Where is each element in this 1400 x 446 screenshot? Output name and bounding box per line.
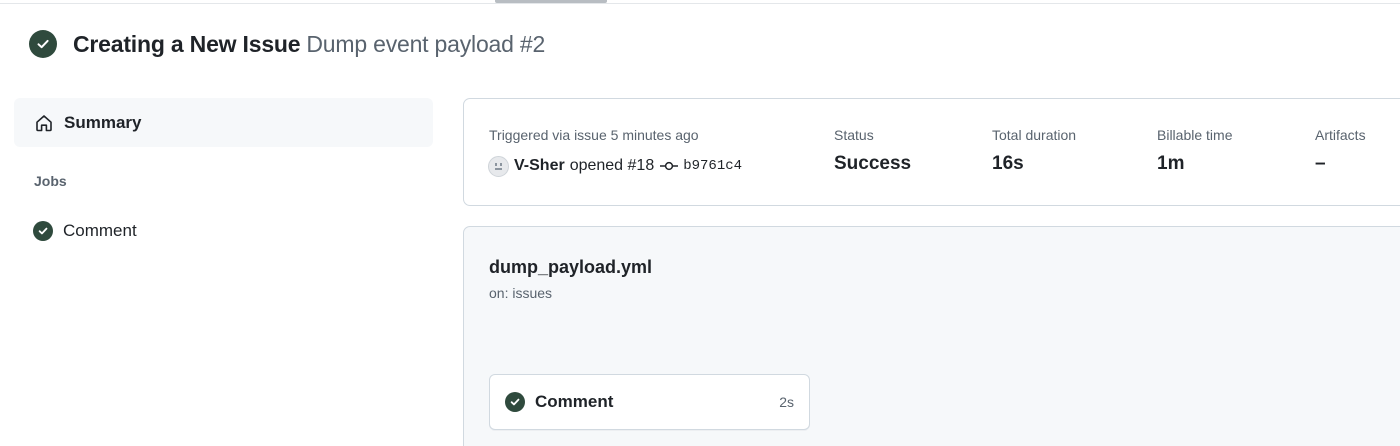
job-duration: 2s (779, 394, 794, 410)
actor-row: V-Sher opened #18 b9761c4 (488, 155, 742, 177)
stat-billable-time: Billable time 1m (1157, 127, 1232, 175)
stat-value: Success (834, 153, 912, 174)
run-name: Dump event payload #2 (306, 30, 546, 57)
stat-status: Status Success (834, 127, 911, 175)
git-commit-icon (660, 159, 679, 173)
check-circle-fill-icon (505, 392, 525, 412)
commit-sha-link[interactable]: b9761c4 (683, 158, 742, 174)
stat-value: 16s (992, 153, 1024, 174)
run-summary-card: Triggered via issue 5 minutes ago V-Sher… (463, 98, 1400, 206)
sidebar-item-label: Comment (63, 221, 137, 240)
sidebar-item-summary[interactable]: Summary (14, 98, 433, 147)
jobs-heading: Jobs (34, 173, 67, 189)
actor-link[interactable]: V-Sher (514, 157, 565, 175)
stat-label: Total duration (992, 127, 1077, 143)
stat-value: 1m (1157, 153, 1185, 174)
job-node-label: Comment (535, 392, 614, 411)
stat-label: Status (834, 127, 874, 143)
stat-value: – (1315, 153, 1326, 174)
workflow-file-link[interactable]: dump_payload.yml (489, 257, 652, 278)
active-tab-indicator (495, 0, 607, 3)
workflow-graph-panel: dump_payload.yml on: issues Comment 2s (463, 226, 1400, 446)
run-header: Creating a New Issue Dump event payload … (29, 28, 545, 60)
top-border (0, 0, 1400, 4)
stat-artifacts: Artifacts – (1315, 127, 1366, 175)
trigger-info: Triggered via issue 5 minutes ago (489, 127, 699, 143)
job-node-comment[interactable]: Comment 2s (489, 374, 810, 430)
stat-total-duration: Total duration 16s (992, 127, 1076, 175)
sidebar-item-label: Summary (64, 112, 142, 132)
workflow-run-page: Creating a New Issue Dump event payload … (0, 0, 1400, 446)
issue-link[interactable]: opened #18 (570, 157, 655, 175)
stat-label: Billable time (1157, 127, 1233, 143)
page-title: Creating a New Issue (73, 30, 301, 57)
stat-label: Artifacts (1315, 127, 1366, 143)
avatar[interactable] (488, 155, 509, 177)
check-circle-fill-icon (29, 30, 57, 58)
home-icon (34, 113, 54, 133)
workflow-trigger: on: issues (489, 285, 553, 301)
check-circle-fill-icon (33, 221, 53, 241)
sidebar-item-job-comment[interactable]: Comment (33, 218, 137, 244)
